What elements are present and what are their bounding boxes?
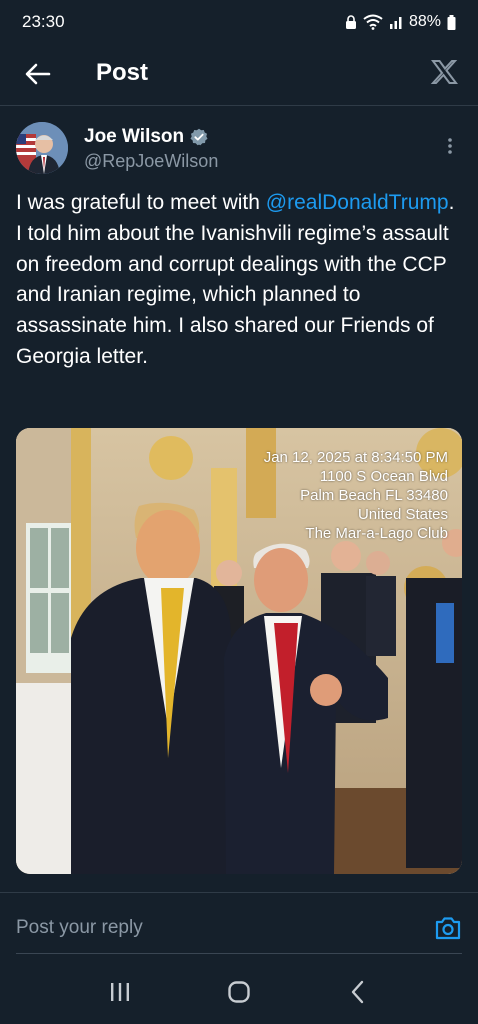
overlay-date: Jan 12, 2025 at 8:34:50 PM [263, 449, 448, 466]
post-author: Joe Wilson @RepJoeWilson [16, 122, 462, 178]
home-button[interactable] [219, 972, 259, 1012]
overlay-address: 1100 S Ocean Blvd [319, 468, 448, 485]
recents-icon [110, 983, 129, 1001]
x-logo-icon [430, 60, 458, 84]
signal-icon [389, 17, 402, 29]
back-button[interactable] [22, 58, 54, 90]
photo-timestamp-overlay: Jan 12, 2025 at 8:34:50 PM 1100 S Ocean … [264, 448, 448, 543]
mention-link[interactable]: @realDonaldTrump [266, 191, 449, 214]
more-options-button[interactable] [438, 134, 462, 158]
post-text: I was grateful to meet with @realDonaldT… [16, 188, 464, 373]
post-text-before: I was grateful to meet with [16, 191, 266, 214]
status-icons: 88% [345, 13, 456, 31]
overlay-country: United States [357, 506, 448, 523]
status-bar: 23:30 88% [0, 0, 478, 44]
battery-percent: 88% [408, 13, 441, 30]
reply-input[interactable]: Post your reply [16, 917, 143, 939]
author-name[interactable]: Joe Wilson [84, 126, 208, 148]
reply-bar: Post your reply [0, 892, 478, 954]
battery-icon [447, 14, 456, 30]
reply-divider [16, 953, 462, 954]
x-logo[interactable] [428, 56, 460, 88]
overlay-venue: The Mar-a-Lago Club [305, 525, 448, 542]
system-nav-bar [0, 960, 478, 1024]
wifi-icon [363, 14, 383, 30]
overlay-city: Palm Beach FL 33480 [300, 487, 448, 504]
avatar[interactable] [16, 122, 68, 174]
verified-badge-icon [190, 128, 208, 146]
lock-icon [345, 15, 356, 29]
top-bar: Post [0, 44, 478, 106]
post-text-after: . I told him about the Ivanishvili regim… [16, 191, 455, 368]
arrow-left-icon [25, 63, 51, 85]
home-icon [228, 981, 250, 1003]
camera-icon [435, 917, 461, 940]
post-photo[interactable]: Jan 12, 2025 at 8:34:50 PM 1100 S Ocean … [16, 428, 462, 874]
more-vertical-icon [448, 138, 452, 154]
recents-button[interactable] [100, 972, 140, 1012]
nav-back-icon [352, 980, 364, 1004]
author-name-text: Joe Wilson [84, 126, 185, 147]
system-back-button[interactable] [338, 972, 378, 1012]
avatar-image [16, 122, 68, 174]
camera-button[interactable] [434, 915, 462, 941]
status-time: 23:30 [22, 12, 65, 31]
page-title: Post [96, 59, 149, 86]
author-handle[interactable]: @RepJoeWilson [84, 150, 218, 172]
